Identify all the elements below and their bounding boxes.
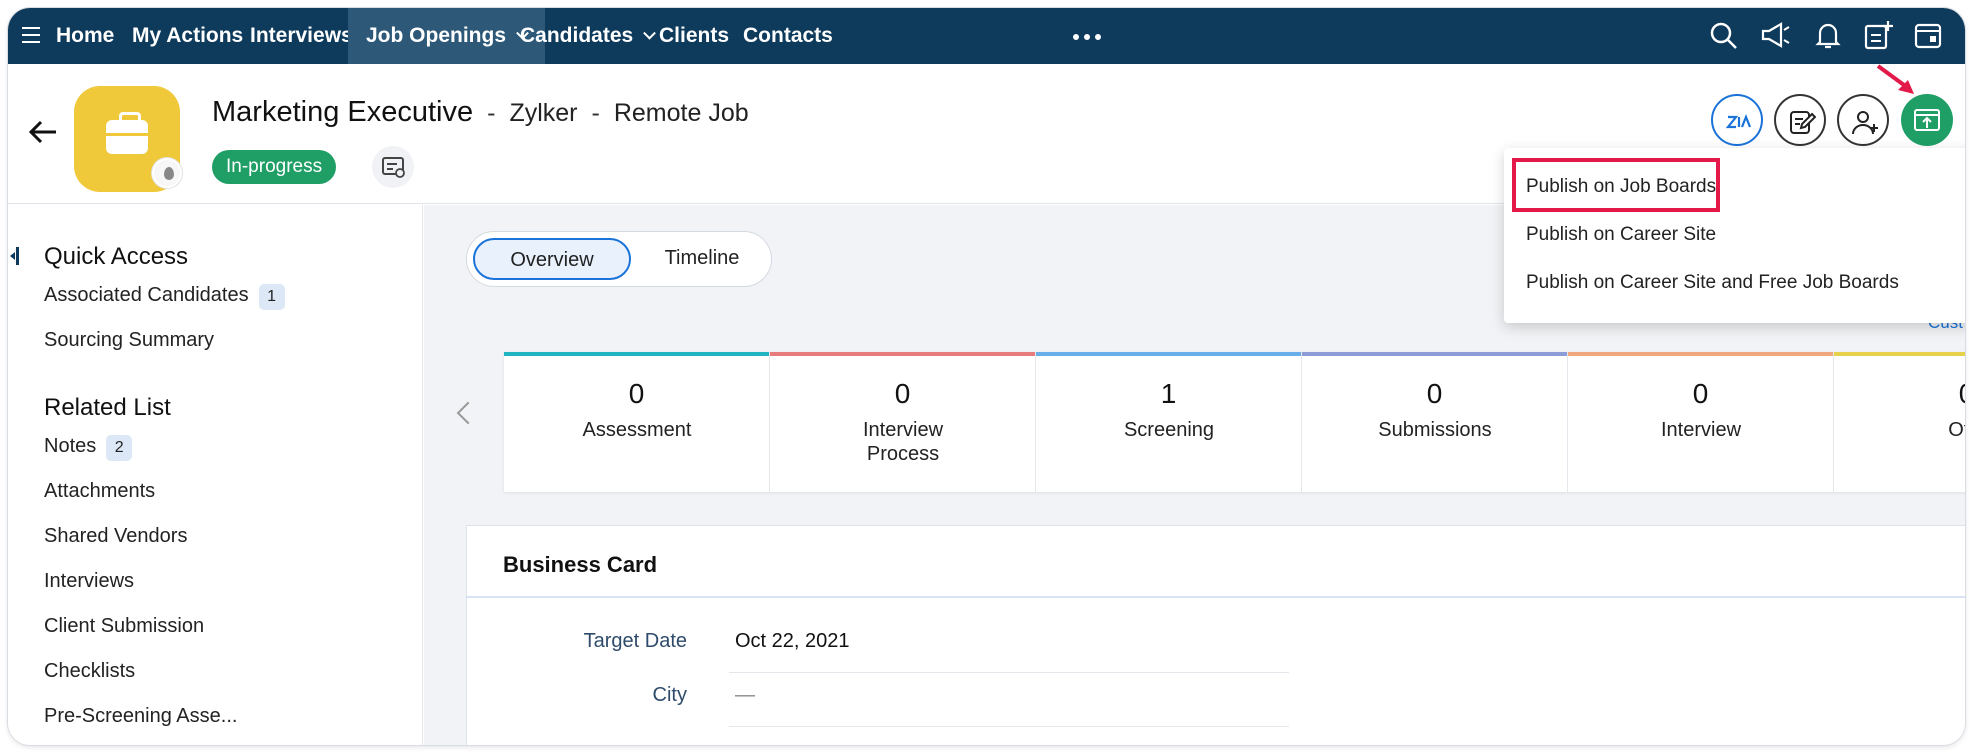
client-name[interactable]: Zylker: [509, 99, 577, 127]
calendar-icon[interactable]: [1913, 20, 1943, 50]
nav-clients[interactable]: Clients: [659, 8, 729, 64]
nav-candidates[interactable]: Candidates: [520, 8, 657, 64]
stat-label: Interview Process: [862, 419, 944, 465]
stat-interview[interactable]: 0 Interview: [1568, 352, 1834, 492]
stat-label: Assessment: [582, 419, 692, 441]
stat-screening[interactable]: 1 Screening: [1036, 352, 1302, 492]
title-separator: -: [487, 99, 496, 127]
publish-icon: [1914, 109, 1940, 131]
sidebar-item-attachments[interactable]: Attachments: [44, 480, 155, 503]
job-title: Marketing Executive: [212, 96, 474, 128]
announcement-icon[interactable]: [1760, 20, 1790, 50]
job-avatar: [74, 86, 182, 192]
divider: [467, 596, 1965, 598]
job-summary-button[interactable]: [372, 146, 414, 188]
stat-value: 0: [1692, 378, 1709, 409]
stat-label: Submissions: [1378, 419, 1492, 441]
publish-job-boards-option[interactable]: Publish on Job Boards: [1526, 176, 1716, 198]
pipeline-stats: 0 Assessment 0 Interview Process 1 Screenin…: [504, 352, 1965, 492]
field-label-city: City: [652, 684, 687, 706]
nav-home[interactable]: Home: [56, 8, 114, 64]
count-badge: 2: [106, 435, 133, 461]
stat-submissions[interactable]: 0 Submissions: [1302, 352, 1568, 492]
nav-job-openings[interactable]: Job Openings: [348, 8, 546, 64]
sidebar-item-interviews[interactable]: Interviews: [44, 570, 134, 593]
collapse-sidebar-icon[interactable]: [10, 247, 19, 265]
sidebar-item-label: Associated Candidates: [44, 284, 249, 306]
add-task-icon[interactable]: [1863, 20, 1893, 50]
red-arrow-annotation: [1876, 64, 1914, 94]
tab-overview[interactable]: Overview: [473, 238, 631, 280]
job-summary-icon: [382, 157, 405, 178]
stat-value: 0: [894, 378, 911, 409]
business-card: Business Card Target Date Oct 22, 2021 C…: [466, 525, 1965, 745]
stat-label: Screening: [1123, 419, 1215, 441]
view-toggle: Overview Timeline: [466, 231, 772, 287]
notifications-icon[interactable]: [1813, 20, 1843, 50]
sidebar-item-notes[interactable]: Notes 2: [44, 435, 133, 461]
stat-bar: [504, 352, 769, 356]
nav-my-actions[interactable]: My Actions: [132, 8, 243, 64]
hot-job-icon: [152, 158, 182, 188]
title-separator: -: [591, 99, 600, 127]
stat-label: Offe: [1948, 419, 1965, 441]
quick-access-heading: Quick Access: [44, 243, 189, 270]
sidebar-item-checklists[interactable]: Checklists: [44, 660, 135, 683]
stat-bar: [770, 352, 1035, 356]
edit-note-button[interactable]: [1774, 94, 1826, 146]
add-candidate-icon: [1852, 111, 1878, 135]
back-arrow-icon[interactable]: [28, 120, 58, 144]
record-title: Marketing Executive - Zylker - Remote Job: [212, 96, 749, 129]
stat-bar: [1302, 352, 1567, 356]
nav-interviews[interactable]: Interviews: [250, 8, 353, 64]
zia-icon: [1725, 114, 1752, 129]
sidebar-item-label: Notes: [44, 435, 97, 457]
field-label-target-date: Target Date: [583, 630, 687, 652]
stat-value: 1: [1160, 378, 1177, 409]
stat-offer[interactable]: 0 Offe: [1834, 352, 1965, 492]
stat-interview-process[interactable]: 0 Interview Process: [770, 352, 1036, 492]
stat-bar: [1834, 352, 1965, 356]
app-window: Home My Actions Interviews Job Openings …: [8, 8, 1965, 745]
sidebar-item-shared-vendors[interactable]: Shared Vendors: [44, 525, 187, 548]
more-icon[interactable]: [1073, 34, 1101, 40]
field-value-city[interactable]: —: [735, 684, 755, 707]
sidebar: Quick Access Associated Candidates 1 Sour…: [8, 205, 423, 745]
stat-value: 0: [1834, 378, 1965, 410]
publish-career-site-free-boards-option[interactable]: Publish on Career Site and Free Job Boar…: [1526, 272, 1899, 294]
nav-contacts[interactable]: Contacts: [743, 8, 833, 64]
count-badge: 1: [258, 284, 285, 310]
edit-note-icon: [1790, 111, 1816, 134]
stat-bar: [1568, 352, 1833, 356]
stat-value: 0: [628, 378, 645, 409]
chevron-left-icon[interactable]: [456, 401, 480, 425]
top-nav: Home My Actions Interviews Job Openings …: [8, 8, 1965, 64]
publish-menu: Publish on Job Boards Publish on Career …: [1504, 148, 1965, 323]
nav-candidates-label: Candidates: [520, 24, 634, 47]
nav-job-openings-label: Job Openings: [366, 24, 507, 47]
status-badge[interactable]: In-progress: [212, 150, 337, 184]
publish-career-site-option[interactable]: Publish on Career Site: [1526, 224, 1716, 246]
divider: [729, 672, 1289, 673]
stat-assessment[interactable]: 0 Assessment: [504, 352, 770, 492]
sidebar-item-client-submission[interactable]: Client Submission: [44, 615, 204, 638]
sidebar-item-associated-candidates[interactable]: Associated Candidates 1: [44, 284, 285, 310]
sidebar-item-pre-screening-assessment[interactable]: Pre-Screening Asse...: [44, 705, 237, 728]
tab-timeline[interactable]: Timeline: [647, 238, 757, 280]
stat-value: 0: [1426, 378, 1443, 409]
sidebar-item-sourcing-summary[interactable]: Sourcing Summary: [44, 329, 214, 352]
stat-label: Interview: [1660, 419, 1742, 441]
chevron-down-icon: [643, 26, 657, 40]
briefcase-icon: [106, 112, 148, 154]
zia-button[interactable]: [1711, 94, 1763, 146]
card-title: Business Card: [503, 552, 658, 577]
job-type: Remote Job: [613, 99, 749, 127]
field-value-target-date[interactable]: Oct 22, 2021: [735, 630, 850, 653]
search-icon[interactable]: [1708, 20, 1738, 50]
stat-bar: [1036, 352, 1301, 356]
related-list-heading: Related List: [44, 394, 171, 421]
divider: [729, 726, 1289, 727]
menu-icon[interactable]: [22, 27, 40, 48]
